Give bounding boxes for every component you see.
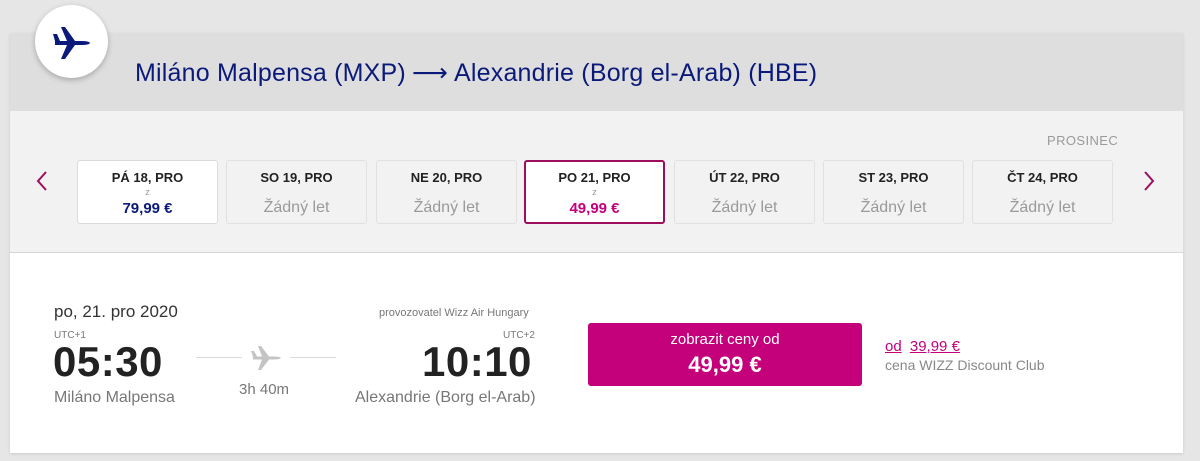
date-card-fri-18[interactable]: PÁ 18, PRO z 79,99 € (77, 160, 218, 224)
date-card-day: ÚT 22, PRO (709, 170, 780, 185)
discount-club-description: cena WIZZ Discount Club (885, 357, 1045, 373)
date-card-thu-24[interactable]: ČT 24, PRO Žádný let (972, 160, 1113, 224)
discount-club-prefix-link[interactable]: od (885, 338, 902, 355)
show-prices-button[interactable]: zobrazit ceny od 49,99 € (588, 323, 862, 386)
route-title: Miláno Malpensa (MXP) ⟶ Alexandrie (Borg e… (135, 58, 817, 88)
route-destination: Alexandrie (Borg el-Arab) (HBE) (454, 59, 818, 87)
arrival-time: 10:10 (422, 338, 532, 385)
date-card-day: NE 20, PRO (410, 170, 483, 185)
date-card-no-flight: Žádný let (860, 199, 927, 216)
next-dates-button[interactable] (1139, 168, 1159, 194)
date-card-day: SO 19, PRO (260, 170, 333, 185)
show-prices-label: zobrazit ceny od (670, 331, 780, 348)
discount-club-price: od 39,99 € (885, 338, 960, 355)
flight-duration: 3h 40m (239, 381, 290, 398)
route-line-left (196, 357, 242, 358)
route-arrow: ⟶ (411, 59, 449, 87)
date-card-day: ČT 24, PRO (1007, 170, 1078, 185)
arrival-airport: Alexandrie (Borg el-Arab) (355, 389, 536, 406)
flight-date: po, 21. pro 2020 (54, 302, 178, 321)
date-card-price: 49,99 € (569, 200, 620, 217)
date-card-no-flight: Žádný let (263, 199, 330, 216)
chevron-right-icon (1144, 171, 1155, 191)
date-card-mon-21[interactable]: PO 21, PRO z 49,99 € (524, 160, 665, 224)
date-card-wed-23[interactable]: ST 23, PRO Žádný let (823, 160, 964, 224)
date-card-day: ST 23, PRO (858, 170, 929, 185)
plane-badge (35, 5, 108, 78)
date-card-tue-22[interactable]: ÚT 22, PRO Žádný let (674, 160, 815, 224)
chevron-left-icon (36, 171, 47, 191)
date-card-no-flight: Žádný let (413, 199, 480, 216)
date-card-day: PO 21, PRO (558, 170, 631, 185)
date-card-price: 79,99 € (122, 200, 173, 217)
date-card-sun-20[interactable]: NE 20, PRO Žádný let (376, 160, 517, 224)
date-card-sat-19[interactable]: SO 19, PRO Žádný let (226, 160, 367, 224)
date-card-from: z (145, 187, 150, 197)
prev-dates-button[interactable] (32, 168, 52, 194)
show-prices-amount: 49,99 € (688, 352, 762, 377)
departure-time: 05:30 (53, 338, 163, 385)
month-label: PROSINEC (1047, 133, 1119, 148)
date-card-day: PÁ 18, PRO (111, 170, 184, 185)
flight-plane-icon (250, 344, 282, 377)
airplane-icon (52, 26, 90, 59)
route-origin: Miláno Malpensa (MXP) (135, 59, 406, 87)
airplane-icon (251, 346, 281, 370)
route-line-right (290, 357, 336, 358)
date-card-from: z (592, 187, 597, 197)
date-card-no-flight: Žádný let (1009, 199, 1076, 216)
flight-operator: provozovatel Wizz Air Hungary (379, 307, 529, 319)
discount-club-price-link[interactable]: 39,99 € (910, 338, 960, 355)
departure-airport: Miláno Malpensa (54, 389, 175, 406)
date-card-no-flight: Žádný let (711, 199, 778, 216)
